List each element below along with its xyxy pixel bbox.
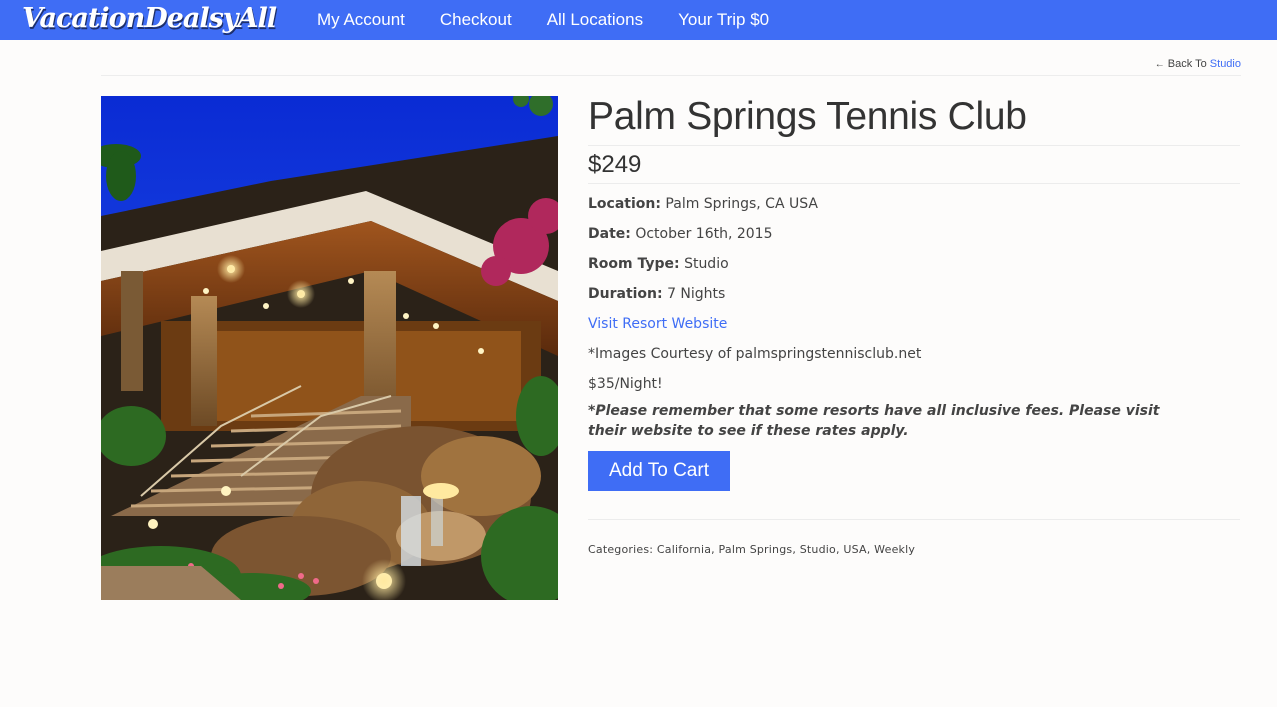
category-link[interactable]: Palm Springs [719,543,793,556]
product-details: Palm Springs Tennis Club $249 Location: … [588,92,1240,556]
spec-label: Room Type: [588,256,680,272]
spec-value: Studio [684,256,729,272]
spec-date: Date: October 16th, 2015 [588,219,1240,249]
category-link[interactable]: USA [843,543,866,556]
resort-photo [101,96,558,600]
spec-duration: Duration: 7 Nights [588,279,1240,309]
fees-note: *Please remember that some resorts have … [588,403,1160,439]
visit-resort-website-link[interactable]: Visit Resort Website [588,316,727,332]
nav-checkout[interactable]: Checkout [440,10,512,30]
main-nav: My Account Checkout All Locations Your T… [317,0,804,40]
spec-value: 7 Nights [667,286,726,302]
nav-all-locations[interactable]: All Locations [547,10,643,30]
spec-label: Duration: [588,286,663,302]
back-prefix: Back To [1167,58,1207,70]
image-credit: *Images Courtesy of palmspringstennisclu… [588,346,922,362]
divider [588,519,1240,520]
categories: Categories: California, Palm Springs, St… [588,543,916,556]
category-link[interactable]: Studio [800,543,836,556]
top-nav-bar: VacationDealsyAll My Account Checkout Al… [0,0,1277,40]
back-link-row: ← Back To Studio [101,58,1241,76]
back-to-studio-link[interactable]: Studio [1210,58,1241,70]
site-logo[interactable]: VacationDealsyAll [22,3,277,34]
nightly-rate: $35/Night! [588,376,663,392]
website-link-row: Visit Resort Website [588,309,1240,339]
spec-label: Date: [588,226,631,242]
add-to-cart-button[interactable]: Add To Cart [588,451,730,491]
spec-value: Palm Springs, CA USA [665,196,818,212]
category-link[interactable]: Weekly [874,543,915,556]
categories-label: Categories: [588,543,654,556]
spec-list: Location: Palm Springs, CA USA Date: Oct… [588,184,1240,399]
back-arrow-icon: ← [1154,59,1165,70]
spec-label: Location: [588,196,661,212]
nav-your-trip[interactable]: Your Trip $0 [678,10,769,30]
product-price: $249 [588,146,1240,184]
spec-location: Location: Palm Springs, CA USA [588,189,1240,219]
spec-room-type: Room Type: Studio [588,249,1240,279]
spec-value: October 16th, 2015 [635,226,773,242]
nav-my-account[interactable]: My Account [317,10,405,30]
product-title: Palm Springs Tennis Club [588,92,1240,146]
category-link[interactable]: California [657,543,711,556]
